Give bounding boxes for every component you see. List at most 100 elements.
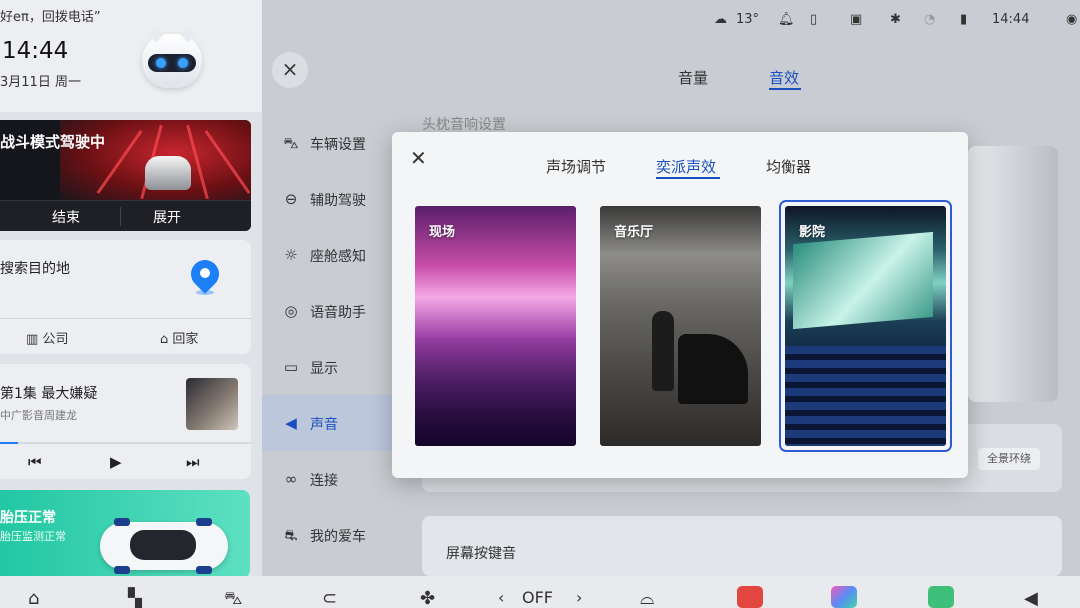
car-roof [130,530,196,560]
robot-eye-icon [178,58,188,68]
navigation-card[interactable]: 搜索目的地 ▥ 公司 ⌂ 回家 [0,240,251,354]
home-shortcut[interactable]: ⌂ 回家 [160,328,198,347]
track-artist: 中广影音周建龙 [0,409,77,422]
modal-close-icon[interactable]: ✕ [410,148,427,168]
phone-app-icon[interactable] [928,586,954,608]
tab-sound-field[interactable]: 声场调节 [546,156,606,177]
playback-progress[interactable] [0,442,251,444]
user-icon[interactable]: ◉ [1066,12,1077,27]
album-cover[interactable] [186,378,238,430]
wifi-icon: ◔ [924,12,936,27]
bluetooth-icon: ✱ [890,12,901,27]
assistant-greeting: 好eπ，回拨电话” [0,10,101,25]
mode-card-concert-hall[interactable]: 音乐厅 [600,206,761,446]
menu-item-label: 车辆设置 [310,137,366,153]
menu-item-label: 座舱感知 [310,249,366,265]
end-button[interactable]: 结束 [52,207,80,227]
vibration-icon: ▯ [810,12,818,27]
pin-dot [200,268,210,278]
home-label: 回家 [172,332,199,347]
status-time: 14:44 [992,12,1030,27]
media-card: 第1集 最大嫌疑 中广影音周建龙 ⏮ ▶ ⏭ [0,364,251,479]
menu-item-vehicle-settings[interactable]: ⛍ 车辆设置 [262,115,400,171]
assistant-robot-avatar[interactable] [142,25,202,88]
screen-key-sound-row[interactable]: 屏幕按键音 [422,516,1062,576]
left-panel: 好eπ，回拨电话” 14:44 3月11日 周一 战斗模式驾驶中 结束 展开 搜… [0,0,262,576]
apps-grid-icon[interactable]: ▚ [128,588,142,608]
building-icon: ▥ [26,332,39,347]
concert-crowd-image [415,336,576,446]
grand-piano-image [678,334,748,404]
play-icon[interactable]: ▶ [110,453,122,471]
robot-eye-icon [156,58,166,68]
media-app-icon[interactable] [831,586,857,608]
expand-button[interactable]: 展开 [153,207,181,227]
mode-card-live[interactable]: 现场 [415,206,576,446]
steering-wheel-icon: ⊖ [284,190,298,208]
sound-effect-modal: ✕ 声场调节 奕派声效 均衡器 现场 音乐厅 影院 [392,132,968,478]
destination-search[interactable]: 搜索目的地 [0,258,70,278]
menu-item-assisted-driving[interactable]: ⊖ 辅助驾驶 [262,171,400,227]
car-icon: ⛐ [284,526,298,544]
battle-mode-title: 战斗模式驾驶中 [0,133,106,151]
mode-label: 现场 [429,225,456,240]
headrest-seat-image [968,146,1058,402]
seat-icon[interactable]: ⊂ [322,588,337,608]
menu-item-label: 语音助手 [310,305,366,321]
settings-close-button[interactable]: × [272,52,308,88]
camera-icon: ▣ [850,12,863,27]
tire-icon [114,518,130,526]
fan-decrease-icon[interactable]: ‹ [498,588,504,607]
tire-pressure-card[interactable]: 胎压正常 胎压监测正常 [0,490,250,576]
menu-item-label: 声音 [310,417,338,433]
tab-equalizer[interactable]: 均衡器 [766,156,811,177]
temperature: 13° [736,12,760,27]
robot-ear-icon [179,25,197,43]
menu-item-connection[interactable]: ∞ 连接 [262,451,400,507]
location-pin-icon [185,254,225,295]
home-icon[interactable]: ⌂ [28,588,39,608]
tab-volume[interactable]: 音量 [678,67,708,88]
company-label: 公司 [42,332,69,347]
tire-status-subtitle: 胎压监测正常 [0,530,66,543]
screen-key-sound-label: 屏幕按键音 [446,546,516,562]
fan-icon[interactable]: ✤ [420,588,435,608]
tire-icon [196,566,212,574]
car-status-icon[interactable]: ⛍ [224,588,243,608]
car-settings-icon: ⛍ [283,134,299,152]
tab-sound-effects[interactable]: 音效 [769,67,799,88]
battle-mode-actions: 结束 展开 [0,200,251,231]
tire-icon [196,518,212,526]
menu-item-cabin-sensing[interactable]: ☼ 座舱感知 [262,227,400,283]
sun-icon: ☼ [284,246,298,264]
menu-item-label: 连接 [310,473,338,489]
robot-visor [148,54,196,72]
menu-item-display[interactable]: ▭ 显示 [262,339,400,395]
mode-label: 音乐厅 [614,225,654,240]
volume-icon[interactable]: ◀ [1024,588,1038,608]
panoramic-surround-chip[interactable]: 全景环绕 [978,448,1040,470]
menu-item-voice-assistant[interactable]: ◎ 语音助手 [262,283,400,339]
headrest-speaker-settings-label: 头枕音响设置 [422,117,506,133]
track-title: 第1集 最大嫌疑 [0,386,98,402]
company-shortcut[interactable]: ▥ 公司 [26,328,68,347]
clock-card: 好eπ，回拨电话” 14:44 3月11日 周一 [0,0,262,112]
signal-icon: ▮ [960,12,968,27]
divider [120,207,121,226]
music-app-icon[interactable] [737,586,763,608]
selected-mode-outline [779,200,952,452]
link-icon: ∞ [284,470,298,488]
fan-increase-icon[interactable]: › [576,588,582,607]
tab-yipai-sound[interactable]: 奕派声效 [656,156,716,177]
car-rear-icon [145,156,191,190]
tire-icon [114,566,130,574]
menu-item-sound[interactable]: ◀ 声音 [262,395,400,451]
clock-time: 14:44 [2,38,69,64]
menu-item-my-car[interactable]: ⛐ 我的爱车 [262,507,400,563]
defrost-icon[interactable]: ⌓ [640,588,654,608]
next-track-icon[interactable]: ⏭ [186,453,200,471]
robot-ear-icon [147,25,165,43]
pianist-image [652,311,674,391]
status-bar: ☁ 13° 🔔︎ ▯ ▣ ✱ ◔ ▮ 14:44 ◉ [262,0,1080,44]
previous-track-icon[interactable]: ⏮ [28,453,42,471]
